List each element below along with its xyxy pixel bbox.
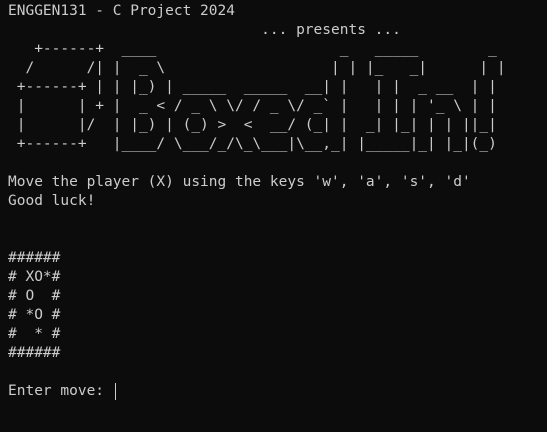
terminal-window[interactable]: ENGGEN131 - C Project 2024 ... presents …	[0, 0, 547, 432]
instructions-line: Move the player (X) using the keys 'w', …	[8, 174, 471, 190]
game-board: ###### # XO*# # O # # *O # # * # ######	[8, 249, 539, 363]
text-cursor	[114, 383, 116, 400]
project-title: ENGGEN131 - C Project 2024	[8, 3, 235, 19]
boxed-in-ascii-banner: +------+ ____ _ _____ _ / /| | _ \ | | |…	[16, 41, 506, 152]
board-row: ######	[8, 250, 61, 266]
good-luck-line: Good luck!	[8, 193, 96, 209]
board-row: # XO*#	[8, 269, 61, 285]
board-row: # *O #	[8, 307, 61, 323]
board-row: # O #	[8, 288, 61, 304]
prompt-label: Enter move:	[8, 383, 113, 399]
board-row: # * #	[8, 326, 61, 342]
move-prompt[interactable]: Enter move:	[8, 382, 539, 401]
board-row: ######	[8, 345, 61, 361]
presents-line: ... presents ...	[8, 22, 401, 38]
